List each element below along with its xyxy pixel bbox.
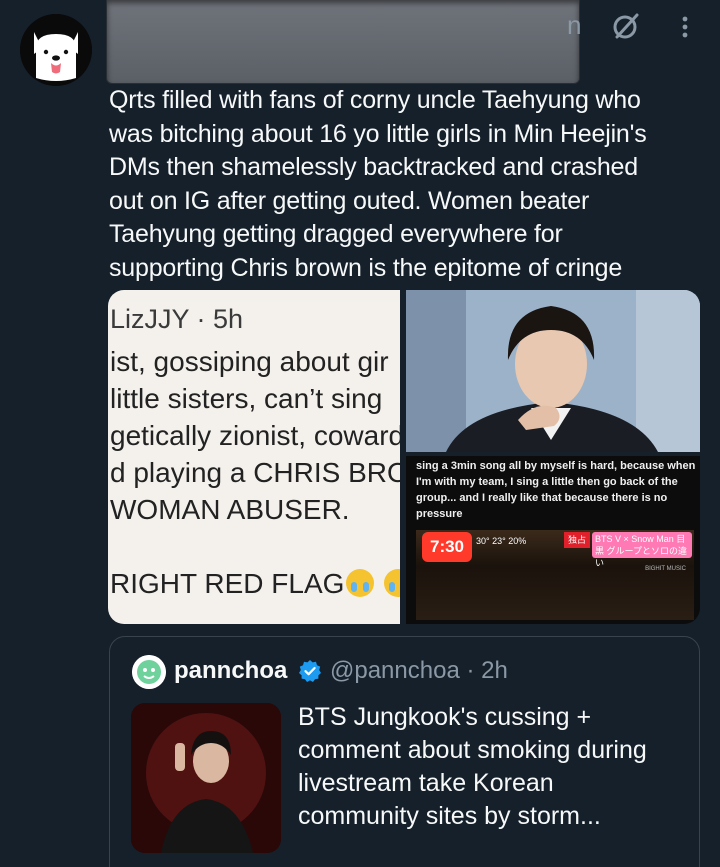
white-dog-avatar [20, 14, 92, 86]
pannchoa-logo-icon [132, 655, 166, 689]
quoted-text-line: comment about smoking during [298, 736, 647, 764]
tv-clock: 7:30 [422, 532, 472, 562]
quoted-author-name[interactable]: pannchoa [174, 657, 287, 685]
grok-icon[interactable] [610, 10, 642, 42]
screenshot-text-line-red-flag: RIGHT RED FLAG [110, 568, 400, 600]
tweet-text-line: Qrts filled with fans of corny uncle Tae… [109, 86, 641, 114]
tv-credit: BIGHIT MUSIC [645, 566, 686, 572]
quoted-tweet-card[interactable]: pannchoa @pannchoa · 2h BTS Jungkook's c… [109, 636, 700, 867]
tv-title-badge: BTS V × Snow Man 目黒 グループとソロの違い [592, 532, 692, 568]
tweet-text: Qrts filled with fans of corny uncle Tae… [109, 84, 704, 285]
screenshot-text-line: ist, gossiping about gir [110, 346, 389, 377]
quoted-tweet-text: BTS Jungkook's cussing + comment about s… [298, 701, 688, 833]
verified-badge-icon [299, 660, 321, 682]
quoted-thumbnail[interactable] [131, 703, 281, 853]
screenshot-text-line: d playing a CHRIS BRO [110, 457, 400, 488]
tweet-text-line: supporting Chris brown is the epitome of… [109, 253, 623, 282]
media-screenshot-image[interactable]: LizJJY · 5h ist, gossiping about gir lit… [108, 290, 400, 624]
tweet-text-line: Taehyung getting dragged everywhere for [109, 220, 563, 248]
tweet-text-line: out on IG after getting outed. Women bea… [109, 186, 590, 215]
screenshot-text-line: WOMAN ABUSER. [110, 494, 350, 525]
crying-emoji-icon [384, 569, 400, 597]
media-tv-clip[interactable]: sing a 3min song all by myself is hard, … [406, 456, 700, 624]
clip-caption: sing a 3min song all by myself is hard, … [416, 460, 696, 520]
screenshot-red-flag-text: RIGHT RED FLAG [110, 568, 345, 599]
tv-weather: 30° 23° 20% [476, 536, 527, 546]
screenshot-name-line: LizJJY · 5h [110, 304, 244, 334]
quoted-text-line: livestream take Korean [298, 769, 554, 797]
portrait-photo-illustration [406, 290, 700, 452]
crying-emoji-icon [346, 569, 375, 597]
tv-exclusive-badge: 独占 [564, 532, 590, 548]
quoted-text-line: community sites by storm... [298, 802, 601, 830]
redacted-name-bar [106, 0, 580, 84]
media-portrait-photo[interactable] [406, 290, 700, 452]
tweet-text-line: was bitching about 16 yo little girls in… [109, 119, 647, 148]
quoted-text-line: BTS Jungkook's cussing + [298, 703, 592, 731]
quoted-handle-time: @pannchoa · 2h [330, 657, 508, 684]
quoted-thumbnail-photo [131, 703, 281, 853]
quoted-author-avatar[interactable] [132, 655, 166, 689]
media-grid: LizJJY · 5h ist, gossiping about gir lit… [108, 290, 700, 624]
tv-frame: 7:30 30° 23° 20% 独占 BTS V × Snow Man 目黒 … [416, 530, 694, 620]
more-icon[interactable] [670, 12, 700, 42]
screenshot-text-line: little sisters, can’t sing [110, 383, 383, 414]
author-avatar[interactable] [20, 14, 92, 86]
tweet-text-line: DMs then shamelessly backtracked and cra… [109, 153, 638, 181]
author-handle-fragment: n [567, 10, 582, 40]
screenshot-text-line: getically zionist, coward [110, 420, 400, 451]
